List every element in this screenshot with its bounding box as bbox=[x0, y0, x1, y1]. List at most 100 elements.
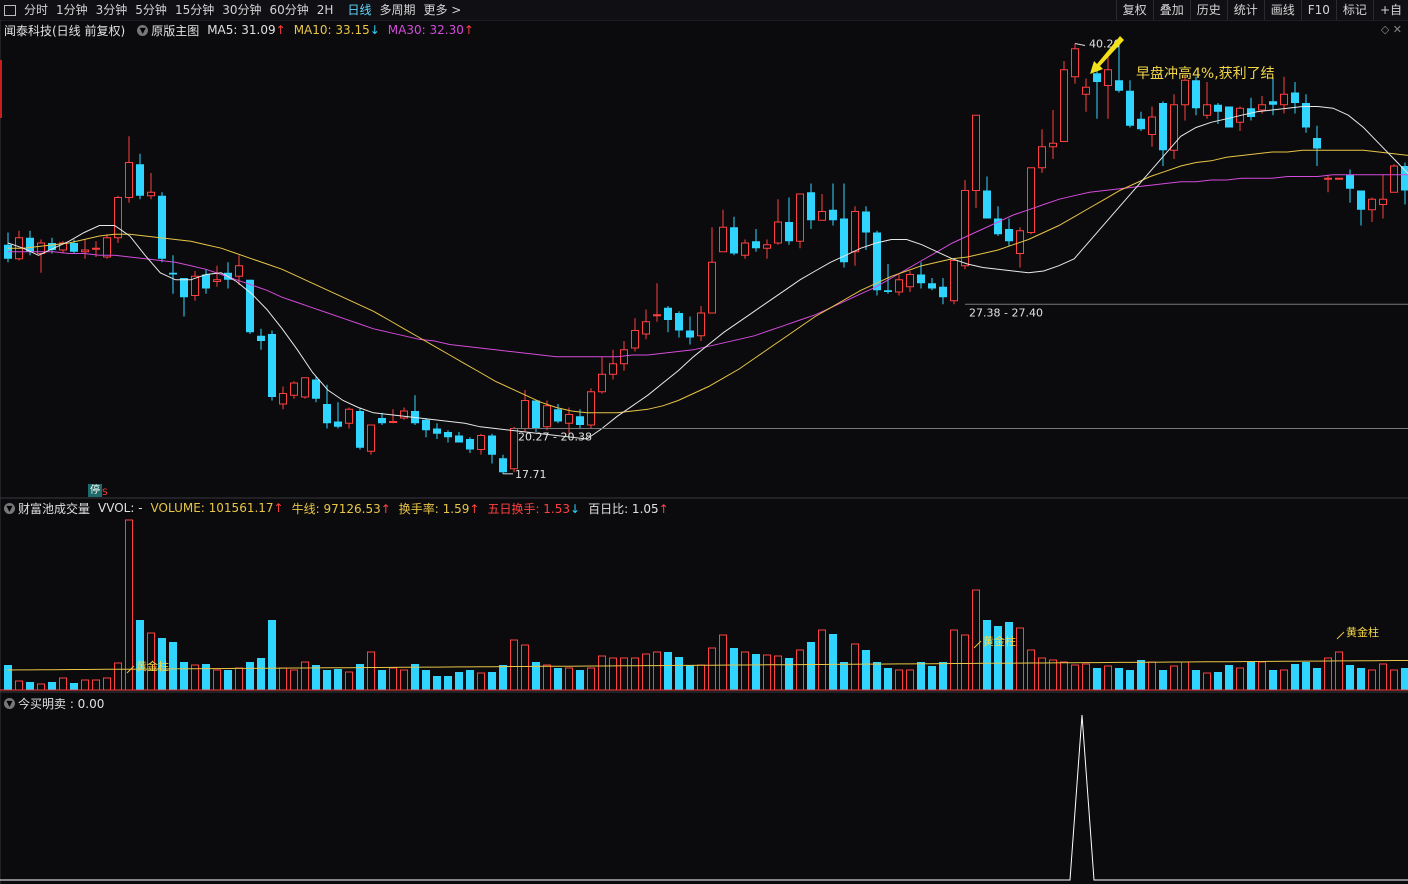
candle-body-down bbox=[1225, 106, 1233, 128]
bottom-info-bar: ▼ 今买明卖 : 0.00 bbox=[0, 694, 112, 712]
volume-title[interactable]: 财富池成交量 bbox=[18, 500, 90, 517]
sell-signal: S bbox=[102, 488, 108, 498]
candle-body-up bbox=[103, 237, 111, 258]
candle-body-up bbox=[1148, 116, 1156, 135]
bull-value: 牛线: 97126.53↑ bbox=[292, 500, 391, 517]
volume-bar-down bbox=[246, 662, 254, 690]
candle-body-up bbox=[587, 391, 595, 426]
candle-body-up bbox=[389, 421, 397, 423]
candle-body-down bbox=[785, 222, 793, 242]
candle bbox=[488, 433, 496, 464]
volume-menu-icon[interactable]: ▼ bbox=[4, 502, 15, 514]
candle-body-up bbox=[1258, 104, 1266, 111]
candle-body-up bbox=[653, 314, 661, 317]
candle-body-up bbox=[301, 377, 309, 398]
candle bbox=[466, 437, 474, 453]
volume-bar-up bbox=[389, 667, 397, 691]
candle bbox=[1203, 82, 1211, 119]
bottom-menu-icon[interactable]: ▼ bbox=[4, 697, 15, 709]
volume-bar-up bbox=[1280, 669, 1288, 691]
volume-bar-up bbox=[345, 671, 353, 691]
suspended-badge: 停 bbox=[88, 484, 102, 497]
volume-bar-up bbox=[950, 629, 958, 691]
five-day-text: 五日换手: 1.53 bbox=[487, 501, 571, 516]
candle bbox=[906, 271, 914, 292]
candle-body-down bbox=[829, 209, 837, 221]
stock-chart[interactable]: 黄金柱黄金柱黄金柱 20.27 - 20.3827.38 - 27.4017.7… bbox=[0, 0, 1408, 884]
candle bbox=[763, 239, 771, 259]
candle-body-down bbox=[433, 428, 441, 434]
candle bbox=[433, 423, 441, 439]
candle-body-up bbox=[235, 265, 243, 277]
candle-body-down bbox=[136, 164, 144, 196]
candle bbox=[1148, 106, 1156, 147]
hundred-dir: ↑ bbox=[658, 501, 669, 516]
candle bbox=[686, 316, 694, 345]
volume-bar-up bbox=[1049, 659, 1057, 691]
volume-bar-up bbox=[1181, 661, 1189, 691]
candle-body-down bbox=[312, 379, 320, 399]
volume-bar-down bbox=[939, 662, 947, 690]
five-day-dir: ↓ bbox=[570, 501, 581, 516]
volume-bar-up bbox=[1027, 649, 1035, 691]
volume-bar-down bbox=[169, 642, 177, 690]
candle bbox=[411, 395, 419, 425]
volume-bar-up bbox=[279, 667, 287, 691]
candle bbox=[1379, 174, 1387, 219]
volume-bar-up bbox=[477, 672, 485, 691]
candle-body-down bbox=[1192, 80, 1200, 109]
volume-bar-up bbox=[1104, 665, 1112, 691]
candle-body-up bbox=[1203, 104, 1211, 116]
volume-bar-down bbox=[884, 668, 892, 690]
candle bbox=[136, 153, 144, 200]
bottom-title[interactable]: 今买明卖 : 0.00 bbox=[18, 695, 104, 712]
volume-bar-down bbox=[444, 676, 452, 690]
candle bbox=[367, 424, 375, 455]
candle bbox=[1324, 174, 1332, 193]
volume-dir: ↑ bbox=[273, 501, 284, 515]
volume-bar-up bbox=[895, 669, 903, 691]
volume-bar-up bbox=[81, 679, 89, 691]
candle-body-up bbox=[708, 261, 716, 314]
candle-body-up bbox=[477, 435, 485, 450]
candle-body-down bbox=[1115, 80, 1123, 91]
candle bbox=[1016, 227, 1024, 268]
volume-bars: 黄金柱黄金柱黄金柱 bbox=[0, 519, 1408, 691]
volume-bar-down bbox=[268, 620, 276, 690]
volume-bar-down bbox=[1126, 670, 1134, 690]
volume-bar-up bbox=[114, 662, 122, 691]
volume-bar-down bbox=[1192, 670, 1200, 690]
candle-body-up bbox=[521, 400, 529, 429]
volume-bar-up bbox=[1390, 669, 1398, 691]
candle bbox=[510, 426, 518, 473]
candle-body-up bbox=[1049, 142, 1057, 148]
high-marker bbox=[1074, 43, 1086, 46]
candle-body-up bbox=[1390, 165, 1398, 193]
volume-bar-down bbox=[983, 620, 991, 690]
volume-bar-up bbox=[1203, 672, 1211, 691]
candle bbox=[730, 216, 738, 256]
candle-body-up bbox=[961, 190, 969, 267]
candle-body-up bbox=[1027, 167, 1035, 233]
candle-body-up bbox=[92, 247, 100, 250]
candle bbox=[697, 306, 705, 341]
volume-bar-down bbox=[1401, 668, 1408, 690]
label-range-27: 27.38 - 27.40 bbox=[969, 306, 1043, 319]
volume-bar-down bbox=[862, 650, 870, 690]
candle bbox=[829, 183, 837, 226]
candle-body-down bbox=[664, 307, 672, 320]
candle-body-up bbox=[741, 242, 749, 256]
candle-body-down bbox=[554, 409, 562, 422]
candle-body-up bbox=[906, 274, 914, 288]
volume-bar-up bbox=[1060, 661, 1068, 691]
candle bbox=[1313, 125, 1321, 166]
volume-bar-up bbox=[213, 669, 221, 691]
candle-body-up bbox=[279, 393, 287, 405]
candle bbox=[147, 173, 155, 200]
volume-bar-up bbox=[774, 655, 782, 691]
volume-bar-up bbox=[521, 644, 529, 691]
candle-body-down bbox=[730, 227, 738, 254]
candle-body-up bbox=[598, 373, 606, 393]
volume-bar-down bbox=[829, 634, 837, 690]
candle-body-up bbox=[818, 211, 826, 221]
